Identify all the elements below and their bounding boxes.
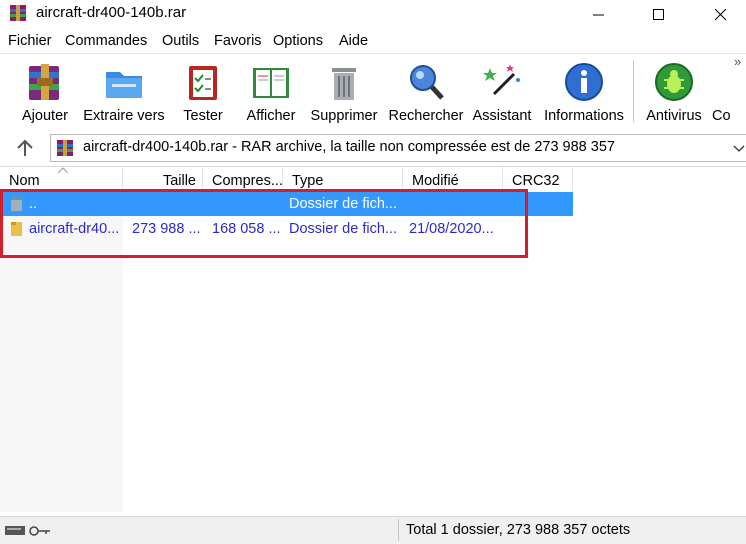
test-clipboard-icon — [189, 66, 217, 100]
col-header-type[interactable]: Type — [283, 167, 403, 191]
up-arrow-icon[interactable] — [14, 137, 36, 159]
status-bar: Total 1 dossier, 273 988 357 octets — [0, 516, 746, 544]
wizard-label: Assistant — [472, 108, 532, 124]
toolbar-overflow-icon[interactable]: » — [734, 54, 741, 69]
column-headers: Nom Taille Compres... Type Modifié CRC32 — [0, 166, 746, 191]
col-header-name[interactable]: Nom — [0, 167, 123, 191]
menu-aide[interactable]: Aide — [339, 33, 368, 49]
menu-commandes[interactable]: Commandes — [65, 33, 147, 49]
col-header-packed[interactable]: Compres... — [203, 167, 283, 191]
maximize-icon — [653, 9, 664, 20]
address-row: aircraft-dr400-140b.rar - RAR archive, l… — [0, 132, 746, 164]
status-text: Total 1 dossier, 273 988 357 octets — [406, 522, 631, 538]
wizard-button[interactable]: Assistant — [470, 54, 534, 130]
info-label: Informations — [544, 108, 624, 124]
test-button[interactable]: Tester — [172, 54, 234, 130]
add-button[interactable]: Ajouter — [14, 54, 76, 130]
col-header-modified[interactable]: Modifié — [403, 167, 503, 191]
find-label: Rechercher — [388, 108, 464, 124]
info-icon — [565, 63, 603, 101]
rar-file-icon — [57, 140, 73, 156]
toolbar: Ajouter Extraire vers Tester Afficher Su… — [0, 53, 746, 132]
add-label: Ajouter — [22, 108, 68, 124]
menu-fichier[interactable]: Fichier — [8, 33, 52, 49]
antivirus-label: Antivirus — [646, 108, 702, 124]
info-button[interactable]: Informations — [538, 54, 630, 130]
menu-bar: Fichier Commandes Outils Favoris Options… — [0, 31, 746, 53]
menu-outils[interactable]: Outils — [162, 33, 199, 49]
extract-button[interactable]: Extraire vers — [80, 54, 168, 130]
comment-label: Co — [712, 108, 731, 124]
drive-key-icon — [5, 526, 50, 536]
minimize-icon — [593, 14, 604, 16]
delete-label: Supprimer — [310, 108, 378, 124]
chevron-down-icon[interactable] — [733, 139, 745, 157]
window-title: aircraft-dr400-140b.rar — [36, 4, 187, 21]
antivirus-button[interactable]: Antivirus — [642, 54, 706, 130]
add-archive-icon — [29, 64, 59, 100]
view-label: Afficher — [246, 108, 296, 124]
address-text: aircraft-dr400-140b.rar - RAR archive, l… — [83, 139, 615, 155]
toolbar-separator — [633, 60, 634, 122]
extract-folder-icon — [106, 72, 142, 98]
col-header-crc[interactable]: CRC32 — [503, 167, 573, 191]
wizard-wand-icon — [483, 64, 520, 96]
col-header-size[interactable]: Taille — [123, 167, 203, 191]
menu-favoris[interactable]: Favoris — [214, 33, 262, 49]
delete-bin-icon — [332, 68, 356, 100]
maximize-button[interactable] — [636, 0, 682, 30]
menu-options[interactable]: Options — [273, 33, 323, 49]
antivirus-bug-icon — [655, 63, 693, 101]
winrar-icon — [10, 5, 26, 21]
find-button[interactable]: Rechercher — [386, 54, 466, 130]
status-divider — [398, 519, 399, 541]
close-button[interactable] — [698, 0, 744, 30]
test-label: Tester — [183, 108, 223, 124]
view-book-icon — [253, 68, 289, 98]
title-bar: aircraft-dr400-140b.rar — [0, 0, 746, 30]
extract-label: Extraire vers — [83, 108, 165, 124]
address-bar[interactable]: aircraft-dr400-140b.rar - RAR archive, l… — [50, 134, 746, 162]
minimize-button[interactable] — [576, 0, 622, 30]
view-button[interactable]: Afficher — [240, 54, 302, 130]
close-icon — [715, 9, 727, 21]
delete-button[interactable]: Supprimer — [306, 54, 382, 130]
annotation-highlight-box — [0, 189, 528, 258]
find-magnifier-icon — [410, 65, 444, 100]
